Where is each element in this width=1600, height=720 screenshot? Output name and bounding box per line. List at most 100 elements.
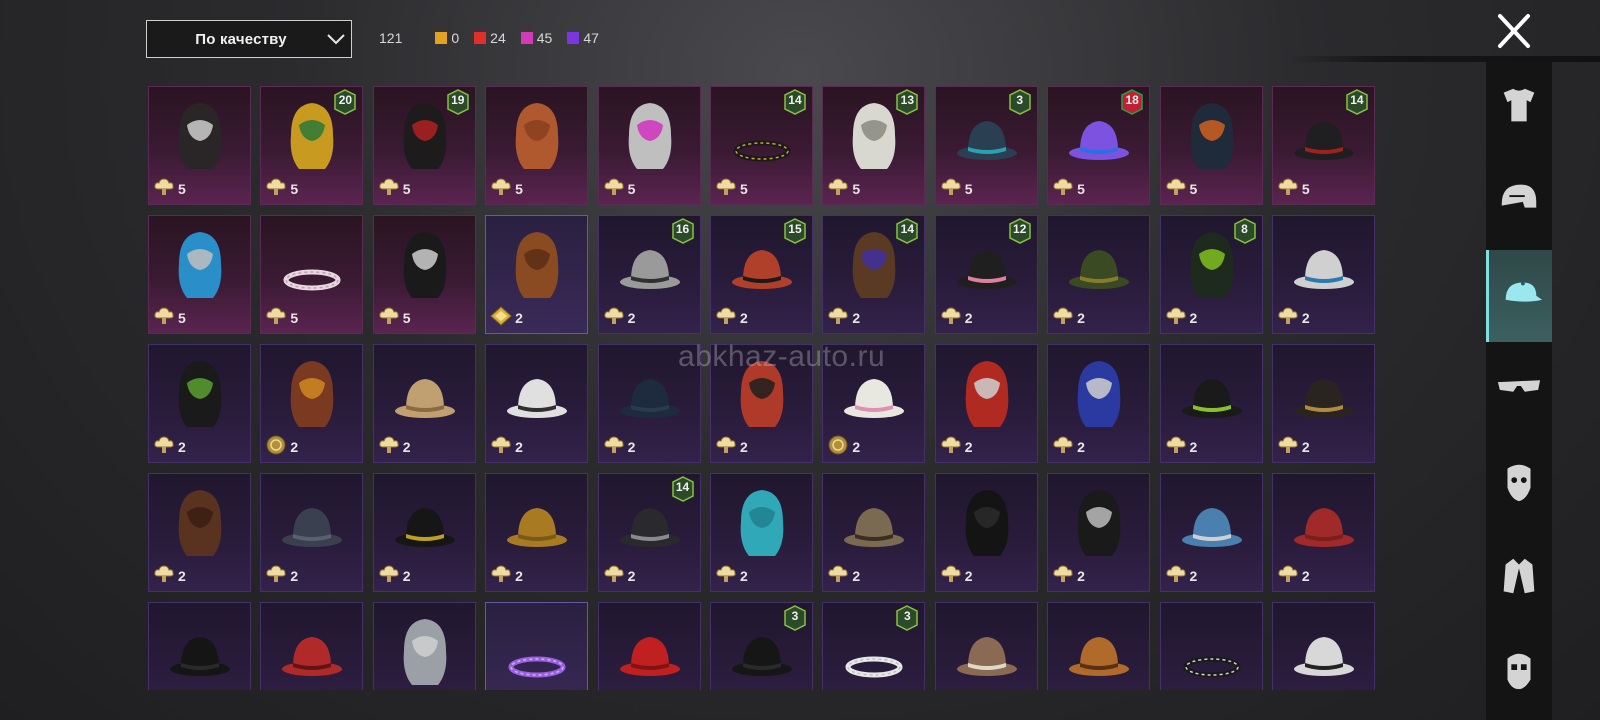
inventory-item[interactable] [1271, 602, 1375, 690]
item-quantity-value: 2 [627, 567, 636, 584]
inventory-item[interactable]: 2 [260, 344, 364, 463]
item-quantity-value: 5 [964, 180, 973, 197]
cloud-currency-icon [265, 306, 287, 329]
inventory-item[interactable]: 5 [260, 215, 364, 334]
item-quantity-value: 5 [1301, 180, 1310, 197]
item-quantity-value: 5 [852, 180, 861, 197]
cloud-currency-icon [490, 177, 512, 200]
inventory-item[interactable]: 2 [148, 473, 251, 592]
inventory-item[interactable] [597, 602, 701, 690]
bunny-headband-icon [279, 224, 345, 302]
inventory-item[interactable]: 2 [934, 473, 1038, 592]
inventory-item[interactable]: 20 5 [260, 86, 364, 205]
category-tab-helmet[interactable] [1486, 154, 1552, 246]
olive-officer-cap-icon [1066, 224, 1132, 302]
inventory-item[interactable]: 35 [934, 86, 1038, 205]
rarity-counts: 121 0 24 45 47 [379, 30, 599, 46]
inventory-item[interactable]: 16 2 [597, 215, 701, 334]
inventory-item[interactable]: 2 [1159, 473, 1263, 592]
category-tab-glasses[interactable] [1486, 342, 1552, 434]
item-quantity-value: 2 [739, 567, 748, 584]
cloud-currency-icon [153, 177, 175, 200]
inventory-item[interactable]: 5 [1159, 86, 1263, 205]
inventory-item[interactable] [1159, 602, 1263, 690]
item-quantity-value: 2 [1077, 309, 1085, 326]
item-quantity: 5 [715, 177, 748, 200]
inventory-item[interactable]: 2 [1271, 215, 1375, 334]
inventory-item[interactable] [260, 602, 364, 690]
inventory-item[interactable]: 2 [485, 215, 589, 334]
category-tab-face[interactable] [1486, 626, 1552, 718]
brown-bob-hair-icon [167, 482, 233, 560]
item-quantity-value: 2 [515, 309, 523, 326]
inventory-item[interactable]: 82 [1159, 215, 1263, 334]
category-tab-outfit[interactable] [1486, 62, 1552, 154]
item-quantity-value: 2 [852, 438, 861, 455]
cloud-currency-icon [490, 435, 512, 458]
inventory-item[interactable]: 2 [1047, 473, 1151, 592]
inventory-item[interactable]: 2 [372, 344, 476, 463]
inventory-item[interactable]: 2 [1271, 344, 1375, 463]
inventory-item[interactable]: 14 2 [822, 215, 926, 334]
category-tab-jacket[interactable] [1486, 532, 1552, 624]
inventory-item[interactable]: 2 [934, 344, 1038, 463]
blue-baseball-cap-icon [1291, 224, 1357, 302]
inventory-item[interactable]: 2 [1159, 344, 1263, 463]
category-tab-mask[interactable] [1486, 438, 1552, 530]
inventory-item[interactable] [485, 602, 589, 690]
inventory-item[interactable]: 2 [485, 473, 589, 592]
cloud-currency-icon [265, 564, 287, 587]
inventory-item[interactable]: 2 [1047, 215, 1151, 334]
helmet-icon [1496, 175, 1542, 226]
inventory-item[interactable]: 2 [148, 344, 251, 463]
item-quantity: 2 [940, 306, 973, 329]
inventory-item[interactable]: 2 [822, 473, 926, 592]
inventory-item[interactable]: 5 [148, 215, 251, 334]
item-grid: 5 20 5 19 5 5 5 14 5 13 5 3 5 18 5 5 14 5 5 5 5 2 16 2 15 2 14 2 12 2… [148, 86, 1378, 690]
item-quantity-value: 2 [852, 567, 861, 584]
inventory-item[interactable] [934, 602, 1038, 690]
inventory-item[interactable] [372, 602, 476, 690]
inventory-item[interactable]: 13 5 [822, 86, 926, 205]
inventory-item[interactable] [1047, 602, 1151, 690]
inventory-item[interactable]: 2 [709, 473, 813, 592]
cloud-currency-icon [603, 564, 625, 587]
item-quantity-value: 5 [739, 180, 748, 197]
inventory-item[interactable]: 5 [372, 215, 476, 334]
item-quantity: 2 [1165, 564, 1197, 587]
inventory-item[interactable]: 14 2 [597, 473, 701, 592]
inventory-item[interactable]: 14 5 [1271, 86, 1375, 205]
inventory-item[interactable]: 5 [597, 86, 701, 205]
mask-icon [1496, 459, 1542, 510]
inventory-item[interactable]: 15 2 [709, 215, 813, 334]
inventory-item[interactable]: 2 [1271, 473, 1375, 592]
cloud-currency-icon [1165, 435, 1187, 458]
rarity-swatch [520, 32, 533, 44]
inventory-item[interactable]: 19 5 [372, 86, 476, 205]
inventory-item[interactable]: 3 [709, 602, 813, 690]
inventory-item[interactable]: 18 5 [1047, 86, 1151, 205]
category-tab-cap[interactable] [1486, 250, 1552, 342]
cloud-currency-icon [1165, 177, 1187, 200]
season-badge-label: 14 [1350, 93, 1364, 107]
item-quantity: 2 [490, 306, 523, 329]
inventory-item[interactable] [148, 602, 251, 690]
inventory-item[interactable]: 14 5 [709, 86, 813, 205]
sort-dropdown[interactable]: По качеству [146, 20, 352, 58]
close-button[interactable] [1490, 12, 1538, 52]
inventory-item[interactable]: 2 [372, 473, 476, 592]
inventory-item[interactable]: 12 2 [934, 215, 1038, 334]
inventory-item[interactable]: 3 [822, 602, 926, 690]
item-quantity-value: 2 [290, 567, 299, 584]
inventory-item[interactable]: 5 [148, 86, 251, 205]
item-quantity-value: 2 [1077, 567, 1085, 584]
shark-hat-icon [1179, 482, 1245, 560]
item-quantity-value: 2 [178, 567, 186, 584]
inventory-item[interactable]: 2 [1047, 344, 1151, 463]
inventory-item[interactable]: 2 [485, 344, 589, 463]
inventory-item[interactable]: 5 [485, 86, 589, 205]
item-quantity-value: 2 [402, 567, 411, 584]
cloud-currency-icon [1052, 435, 1074, 458]
cloud-currency-icon [1165, 564, 1187, 587]
inventory-item[interactable]: 2 [260, 473, 364, 592]
